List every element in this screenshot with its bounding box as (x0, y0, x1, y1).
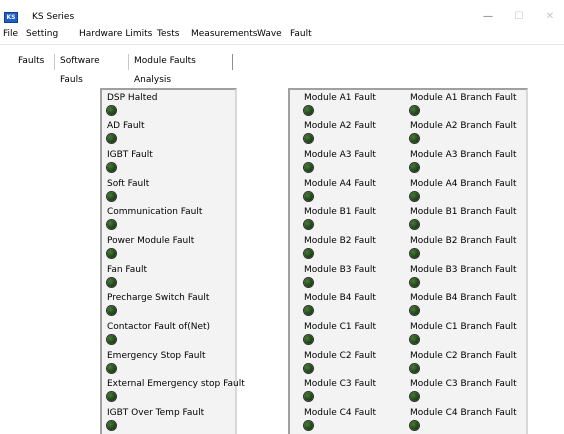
fault-indicator-led (304, 249, 313, 258)
fault-indicator-led (107, 134, 116, 143)
fault-indicator-led (410, 134, 419, 143)
minimize-button[interactable]: — (474, 8, 502, 26)
fault-indicator-led (304, 278, 313, 287)
fault-indicator-led (410, 106, 419, 115)
fault-label: Power Module Fault (107, 236, 195, 246)
fault-indicator-led (304, 306, 313, 315)
fault-indicator-led (410, 364, 419, 373)
fault-label: Module B2 Branch Fault (410, 236, 517, 246)
tab-module-faults-analysis[interactable]: Module Faults Analysis (130, 52, 234, 85)
fault-indicator-led (107, 220, 116, 229)
fault-label: Soft Fault (107, 179, 150, 189)
fault-label: Module B2 Fault (304, 236, 376, 246)
fault-label: Module A3 Branch Fault (410, 150, 517, 160)
fault-label: Module A1 Branch Fault (410, 93, 517, 103)
tab-divider (232, 54, 233, 70)
menu-file[interactable]: File (3, 29, 18, 39)
module-faults-panel: Module A1 Fault Module A2 Fault Module A… (288, 88, 528, 434)
fault-label: Module C1 Branch Fault (410, 322, 517, 332)
app-icon: KS (4, 12, 18, 23)
fault-label: DSP Halted (107, 93, 158, 103)
fault-label: Module B1 Branch Fault (410, 207, 517, 217)
fault-label: Module C2 Branch Fault (410, 351, 517, 361)
fault-indicator-led (304, 421, 313, 430)
fault-indicator-led (304, 192, 313, 201)
fault-indicator-led (410, 192, 419, 201)
fault-indicator-led (107, 106, 116, 115)
fault-indicator-led (410, 163, 419, 172)
fault-label: Module C1 Fault (304, 322, 377, 332)
fault-label: Module B4 Fault (304, 293, 376, 303)
fault-indicator-led (107, 278, 116, 287)
fault-label: Precharge Switch Fault (107, 293, 210, 303)
menu-fault[interactable]: Fault (290, 29, 312, 39)
system-faults-panel: DSP Halted AD Fault IGBT Fault Soft Faul… (100, 88, 245, 434)
fault-label: AD Fault (107, 121, 145, 131)
fault-indicator-led (107, 192, 116, 201)
fault-indicator-led (410, 421, 419, 430)
fault-indicator-led (304, 134, 313, 143)
fault-indicator-led (107, 392, 116, 401)
fault-label: Module B4 Branch Fault (410, 293, 517, 303)
fault-label: Module C4 Branch Fault (410, 408, 517, 418)
fault-label: Module A4 Fault (304, 179, 376, 189)
maximize-button[interactable]: ☐ (505, 8, 533, 26)
fault-label: Module A4 Branch Fault (410, 179, 517, 189)
fault-indicator-led (410, 278, 419, 287)
menu-hardware-limits[interactable]: Hardware Limits (79, 29, 152, 39)
close-button[interactable]: ✕ (536, 8, 564, 26)
fault-label: Module C4 Fault (304, 408, 377, 418)
fault-label: Module A2 Branch Fault (410, 121, 517, 131)
window-title: KS Series (32, 12, 75, 22)
tab-faults[interactable]: Faults (14, 52, 52, 72)
tab-software-faults[interactable]: Software Fauls (56, 52, 126, 85)
fault-indicator-led (107, 335, 116, 344)
fault-indicator-led (410, 335, 419, 344)
fault-indicator-led (107, 163, 116, 172)
fault-label: Module A2 Fault (304, 121, 376, 131)
fault-indicator-led (107, 249, 116, 258)
menu-measurements[interactable]: Measurements (191, 29, 257, 39)
fault-label: Module C2 Fault (304, 351, 377, 361)
fault-indicator-led (107, 306, 116, 315)
fault-indicator-led (107, 364, 116, 373)
fault-indicator-led (304, 220, 313, 229)
fault-indicator-led (304, 106, 313, 115)
fault-label: Module C3 Fault (304, 379, 377, 389)
menu-tests[interactable]: Tests (157, 29, 179, 39)
fault-label: Module A3 Fault (304, 150, 376, 160)
fault-label: Module A1 Fault (304, 93, 376, 103)
fault-indicator-led (410, 249, 419, 258)
fault-label: Module C3 Branch Fault (410, 379, 517, 389)
fault-indicator-led (410, 306, 419, 315)
menu-bar: File Setting Hardware Limits Tests Measu… (0, 28, 564, 45)
title-bar: KS KS Series — ☐ ✕ (0, 0, 564, 28)
fault-label: Module B3 Branch Fault (410, 265, 517, 275)
tab-divider (128, 54, 129, 70)
fault-label: Contactor Fault of(Net) (107, 322, 211, 332)
fault-indicator-led (304, 364, 313, 373)
fault-label: Fan Fault (107, 265, 148, 275)
fault-label: Module B1 Fault (304, 207, 376, 217)
fault-indicator-led (304, 163, 313, 172)
fault-indicator-led (410, 392, 419, 401)
fault-label: Communication Fault (107, 207, 203, 217)
fault-indicator-led (304, 335, 313, 344)
fault-indicator-led (410, 220, 419, 229)
fault-label: Module B3 Fault (304, 265, 376, 275)
fault-label: IGBT Fault (107, 150, 153, 160)
menu-wave[interactable]: Wave (257, 29, 282, 39)
tab-divider (54, 54, 55, 70)
fault-label: Emergency Stop Fault (107, 351, 206, 361)
fault-indicator-led (107, 421, 116, 430)
menu-setting[interactable]: Setting (26, 29, 58, 39)
fault-label: IGBT Over Temp Fault (107, 408, 205, 418)
fault-indicator-led (304, 392, 313, 401)
fault-label: External Emergency stop Fault (107, 379, 245, 389)
